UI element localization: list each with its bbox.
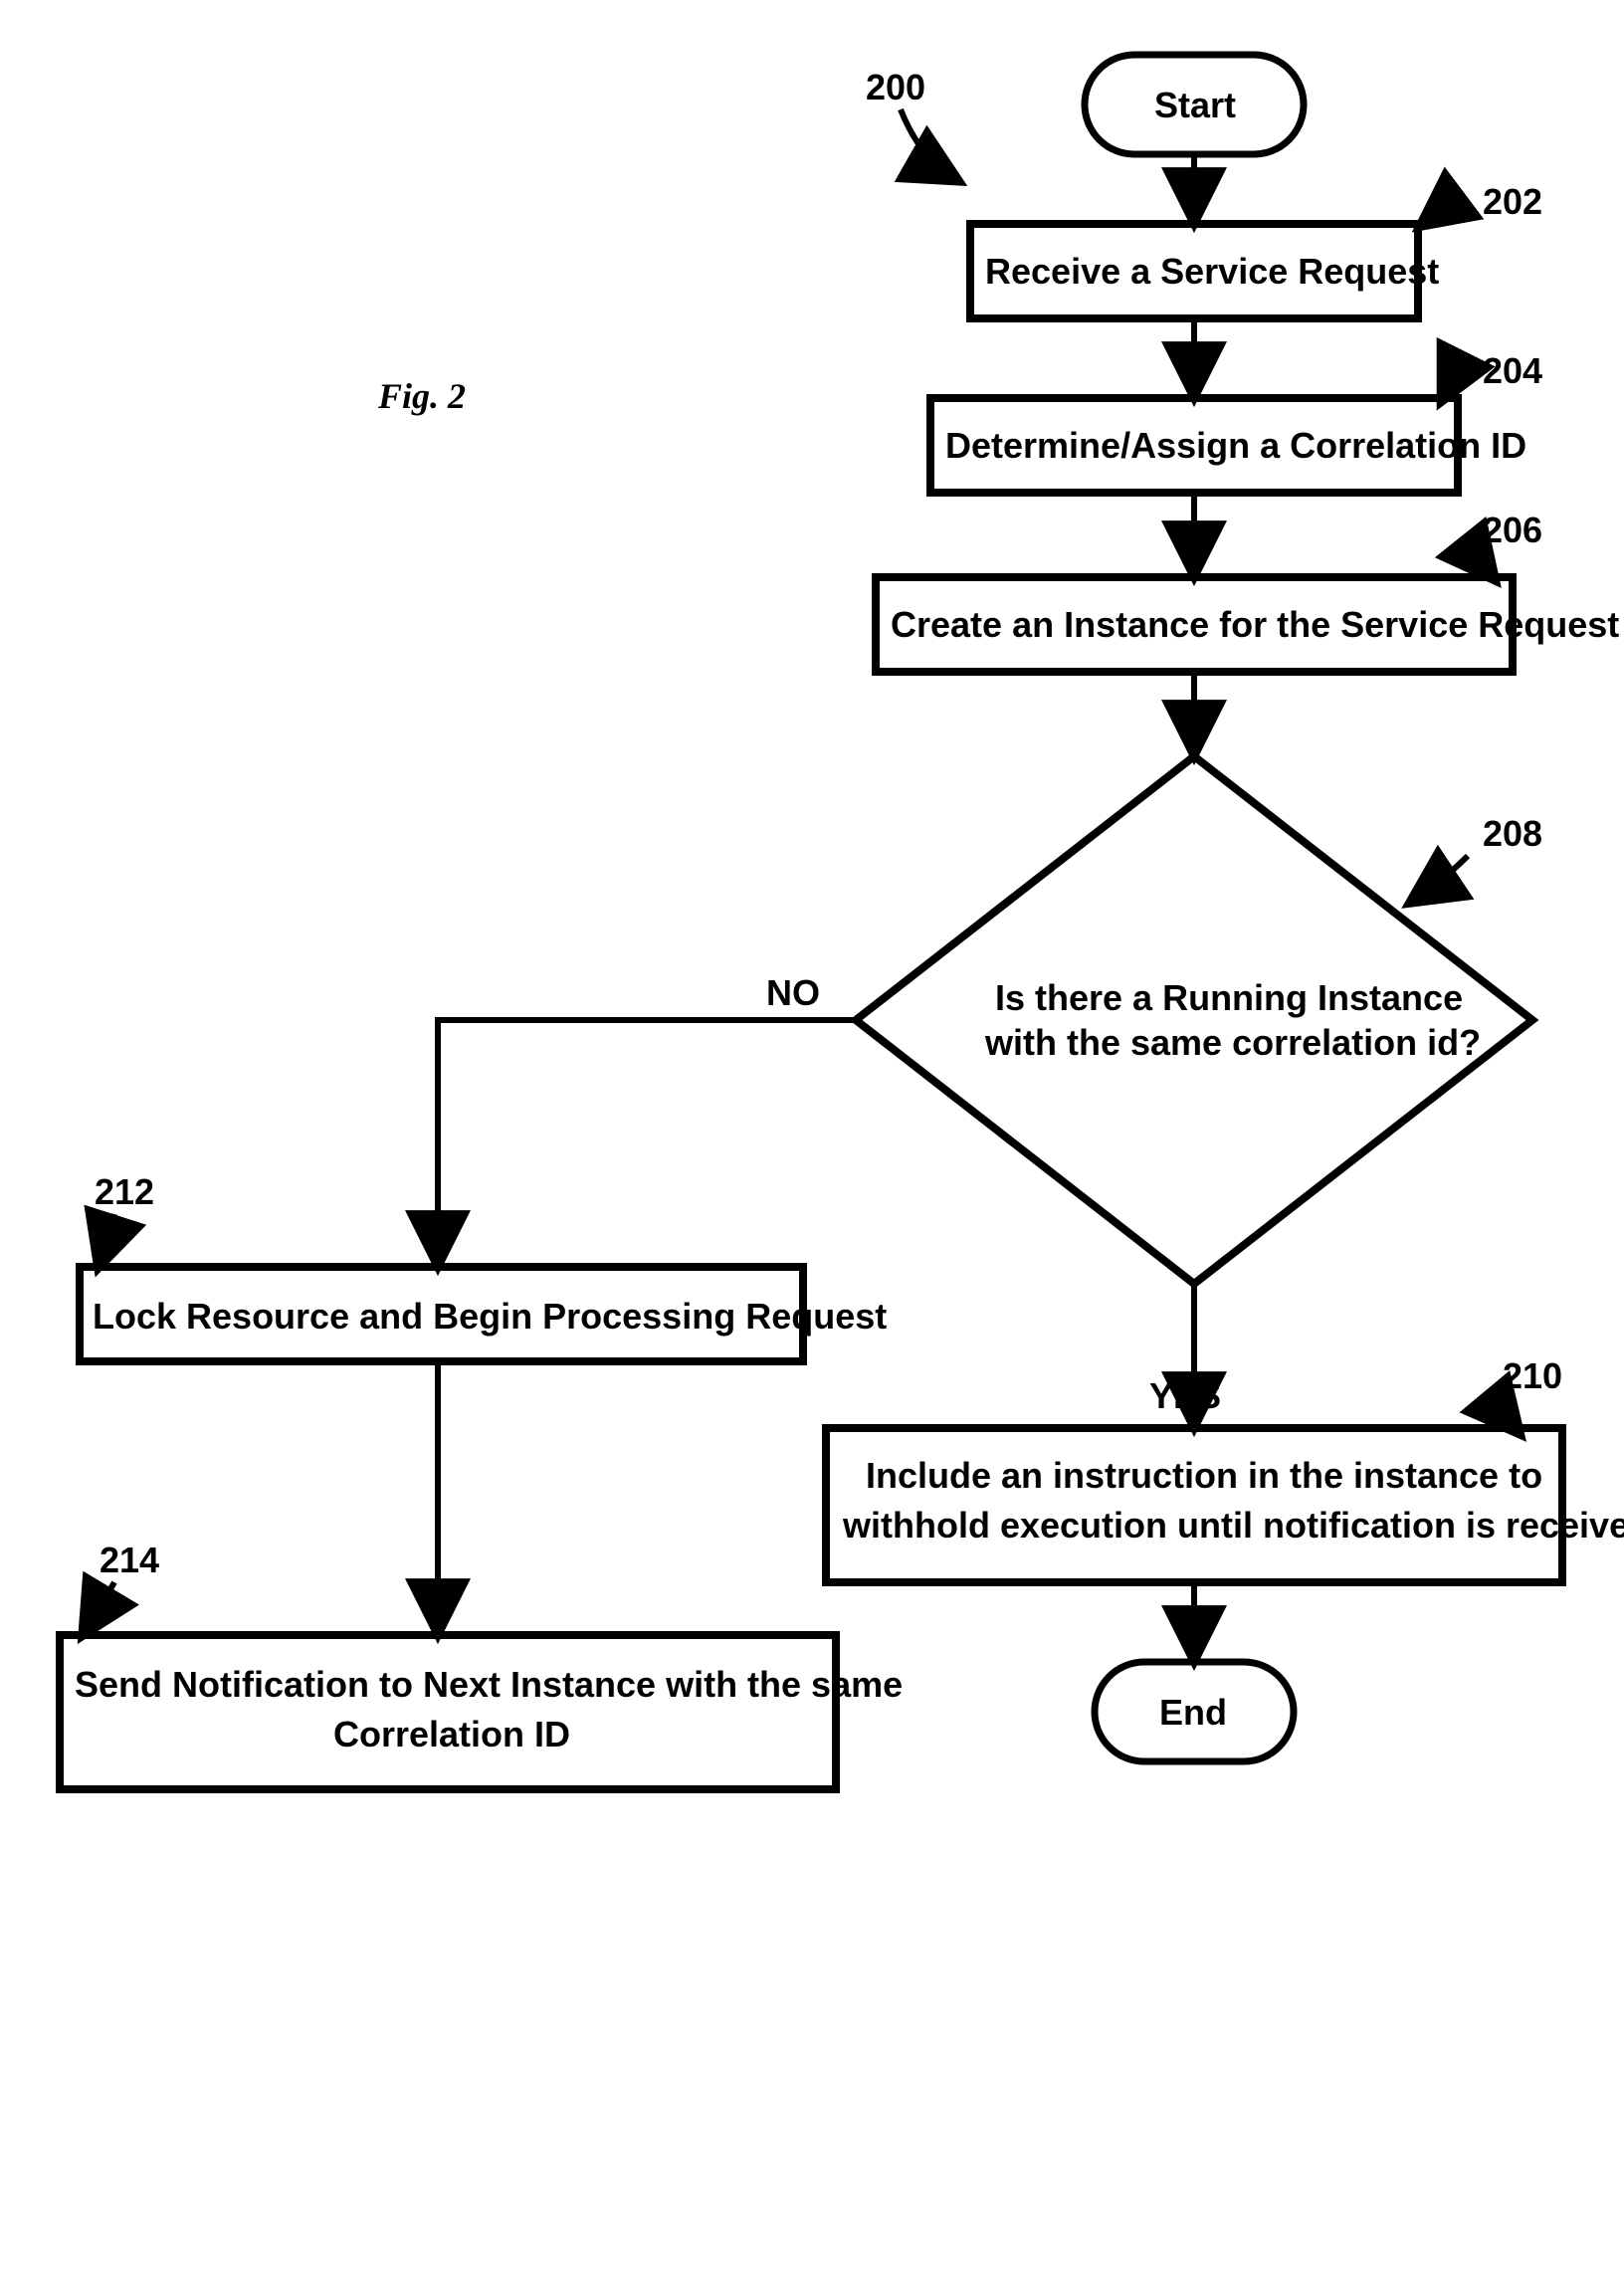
ref-arrow-202	[1423, 194, 1463, 224]
step-214	[60, 1635, 836, 1789]
figure-label: Fig. 2	[377, 376, 466, 416]
ref-212: 212	[95, 1171, 154, 1212]
decision-208-line2: with the same correlation id?	[984, 1022, 1481, 1063]
step-210-line2: withhold execution until notification is…	[842, 1505, 1624, 1546]
step-212-text: Lock Resource and Begin Processing Reque…	[93, 1296, 887, 1337]
ref-214: 214	[100, 1540, 159, 1580]
ref-202: 202	[1483, 181, 1542, 222]
ref-arrow-200	[901, 109, 955, 179]
decision-208	[856, 756, 1532, 1284]
decision-208-line1: Is there a Running Instance	[995, 977, 1463, 1018]
ref-200: 200	[866, 67, 925, 107]
ref-arrow-214	[85, 1582, 114, 1632]
yes-label: YES	[1149, 1375, 1221, 1416]
flowchart-figure: Fig. 2 200 Start Receive a Service Reque…	[0, 0, 1624, 2269]
step-214-line2: Correlation ID	[333, 1714, 570, 1754]
step-206-text: Create an Instance for the Service Reque…	[891, 604, 1619, 645]
no-label: NO	[766, 972, 820, 1013]
ref-206: 206	[1483, 510, 1542, 550]
ref-208: 208	[1483, 813, 1542, 854]
step-210-line1: Include an instruction in the instance t…	[866, 1455, 1542, 1496]
ref-204: 204	[1483, 350, 1542, 391]
edge-no	[438, 1020, 856, 1262]
ref-arrow-208	[1413, 856, 1468, 901]
step-204-text: Determine/Assign a Correlation ID	[945, 425, 1526, 466]
step-202-text: Receive a Service Request	[985, 251, 1439, 292]
ref-210: 210	[1503, 1355, 1562, 1396]
step-214-line1: Send Notification to Next Instance with …	[75, 1664, 903, 1705]
end-label: End	[1159, 1692, 1227, 1733]
ref-arrow-204	[1443, 363, 1463, 398]
ref-arrow-212	[100, 1214, 114, 1264]
start-label: Start	[1154, 85, 1236, 125]
